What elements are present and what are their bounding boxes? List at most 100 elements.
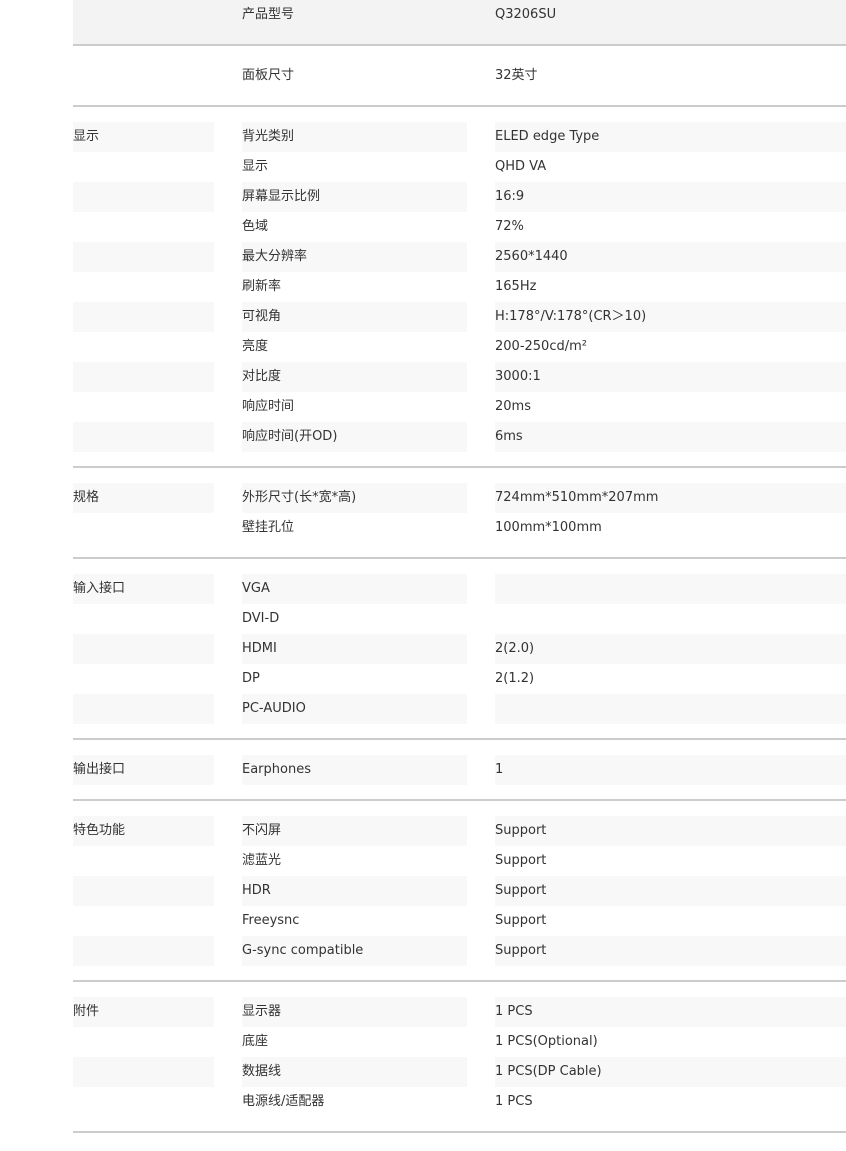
spec-value: 16:9 [495,182,846,212]
spec-value: Support [495,816,846,846]
spec-row: 刷新率 165Hz [73,272,846,302]
spec-value: 200-250cd/m² [495,339,587,354]
section-title: 输入接口 [73,574,214,604]
section-title [73,392,214,422]
spec-value: 6ms [495,422,846,452]
spec-value: QHD VA [495,159,547,174]
section-title [73,846,214,876]
spec-value: H:178°/V:178°(CR＞10) [495,302,846,332]
section-title [73,332,214,362]
spec-row: 响应时间(开OD) 6ms [73,422,846,452]
spec-label: Earphones [242,755,467,785]
section-title: 输出接口 [73,755,214,785]
spec-value: 72% [495,219,524,234]
spec-section: 输出接口 Earphones 1 [73,740,846,801]
spec-value: 1 PCS(DP Cable) [495,1057,846,1087]
spec-section: 附件 显示器 1 PCS 底座 1 PCS(Optional) 数据线 1 PCS(DP C… [73,982,846,1133]
section-title [73,362,214,392]
spec-label: DVI-D [242,611,280,626]
section-title [73,664,214,694]
spec-section: 规格 外形尺寸(长*宽*高) 724mm*510mm*207mm 壁挂孔位 100mm*… [73,468,846,559]
spec-value: 724mm*510mm*207mm [495,483,846,513]
spec-label: 对比度 [242,362,467,392]
spec-label: 壁挂孔位 [242,520,295,535]
spec-label: 屏幕显示比例 [242,182,467,212]
spec-label: 外形尺寸(长*宽*高) [242,483,467,513]
section-title [73,152,214,182]
spec-value: Q3206SU [495,7,557,22]
spec-row: 底座 1 PCS(Optional) [73,1027,846,1057]
spec-label: 产品型号 [242,7,295,22]
spec-row: 规格 外形尺寸(长*宽*高) 724mm*510mm*207mm [73,483,846,513]
spec-label: 面板尺寸 [242,68,295,83]
spec-row: 亮度 200-250cd/m² [73,332,846,362]
spec-value: ELED edge Type [495,122,846,152]
spec-value: 1 [495,755,846,785]
spec-label: HDR [242,876,467,906]
spec-label: 不闪屏 [242,816,467,846]
spec-value: Support [495,853,547,868]
spec-label: Freeysnc [242,913,300,928]
spec-row: 色域 72% [73,212,846,242]
section-title [73,182,214,212]
spec-value [495,574,846,604]
spec-row: 屏幕显示比例 16:9 [73,182,846,212]
spec-row: 电源线/适配器 1 PCS [73,1087,846,1117]
spec-row: 输出接口 Earphones 1 [73,755,846,785]
section-title [73,906,214,936]
spec-label: 显示器 [242,997,467,1027]
spec-row-panel-size: 面板尺寸 32英寸 [73,46,846,107]
spec-row: HDR Support [73,876,846,906]
spec-value: 20ms [495,399,531,414]
spec-row: 对比度 3000:1 [73,362,846,392]
spec-row: 滤蓝光 Support [73,846,846,876]
spec-value: 32英寸 [495,68,538,83]
section-title [73,1057,214,1087]
spec-label: VGA [242,574,467,604]
spec-row: 数据线 1 PCS(DP Cable) [73,1057,846,1087]
spec-row: DVI-D [73,604,846,634]
spec-row: PC-AUDIO [73,694,846,724]
spec-value: 2(2.0) [495,634,846,664]
spec-row: 可视角 H:178°/V:178°(CR＞10) [73,302,846,332]
spec-row: 输入接口 VGA [73,574,846,604]
spec-section: 输入接口 VGA DVI-D HDMI 2(2.0) DP 2(1.2) PC-AUDIO [73,559,846,740]
section-title [73,302,214,332]
section-title [73,634,214,664]
spec-label: 亮度 [242,339,269,354]
spec-row: DP 2(1.2) [73,664,846,694]
section-title: 附件 [73,997,214,1027]
spec-label: 色域 [242,219,269,234]
spec-value: Support [495,936,846,966]
section-title [73,604,214,634]
spec-label: 背光类别 [242,122,467,152]
spec-label: 滤蓝光 [242,853,282,868]
spec-value [495,694,846,724]
spec-label: DP [242,671,260,686]
spec-value: 1 PCS(Optional) [495,1034,598,1049]
section-title [73,513,214,543]
spec-label: G-sync compatible [242,936,467,966]
spec-label: 最大分辨率 [242,242,467,272]
spec-sections: 显示 背光类别 ELED edge Type 显示 QHD VA 屏幕显示比例 16:9 色域… [73,107,846,1133]
spec-value: 2(1.2) [495,671,535,686]
section-title: 规格 [73,483,214,513]
section-title [73,212,214,242]
spec-row: 最大分辨率 2560*1440 [73,242,846,272]
spec-section: 特色功能 不闪屏 Support 滤蓝光 Support HDR Support Freeys… [73,801,846,982]
section-title [73,936,214,966]
spec-row: 壁挂孔位 100mm*100mm [73,513,846,543]
spec-label: 可视角 [242,302,467,332]
section-title [73,242,214,272]
spec-value: 1 PCS [495,1094,533,1109]
spec-row: HDMI 2(2.0) [73,634,846,664]
spec-row: 响应时间 20ms [73,392,846,422]
spec-row: 显示 QHD VA [73,152,846,182]
spec-label: HDMI [242,634,467,664]
spec-row: Freeysnc Support [73,906,846,936]
spec-value: 3000:1 [495,362,846,392]
spec-label: 数据线 [242,1057,467,1087]
section-title [73,272,214,302]
section-title [73,876,214,906]
spec-label: PC-AUDIO [242,694,467,724]
